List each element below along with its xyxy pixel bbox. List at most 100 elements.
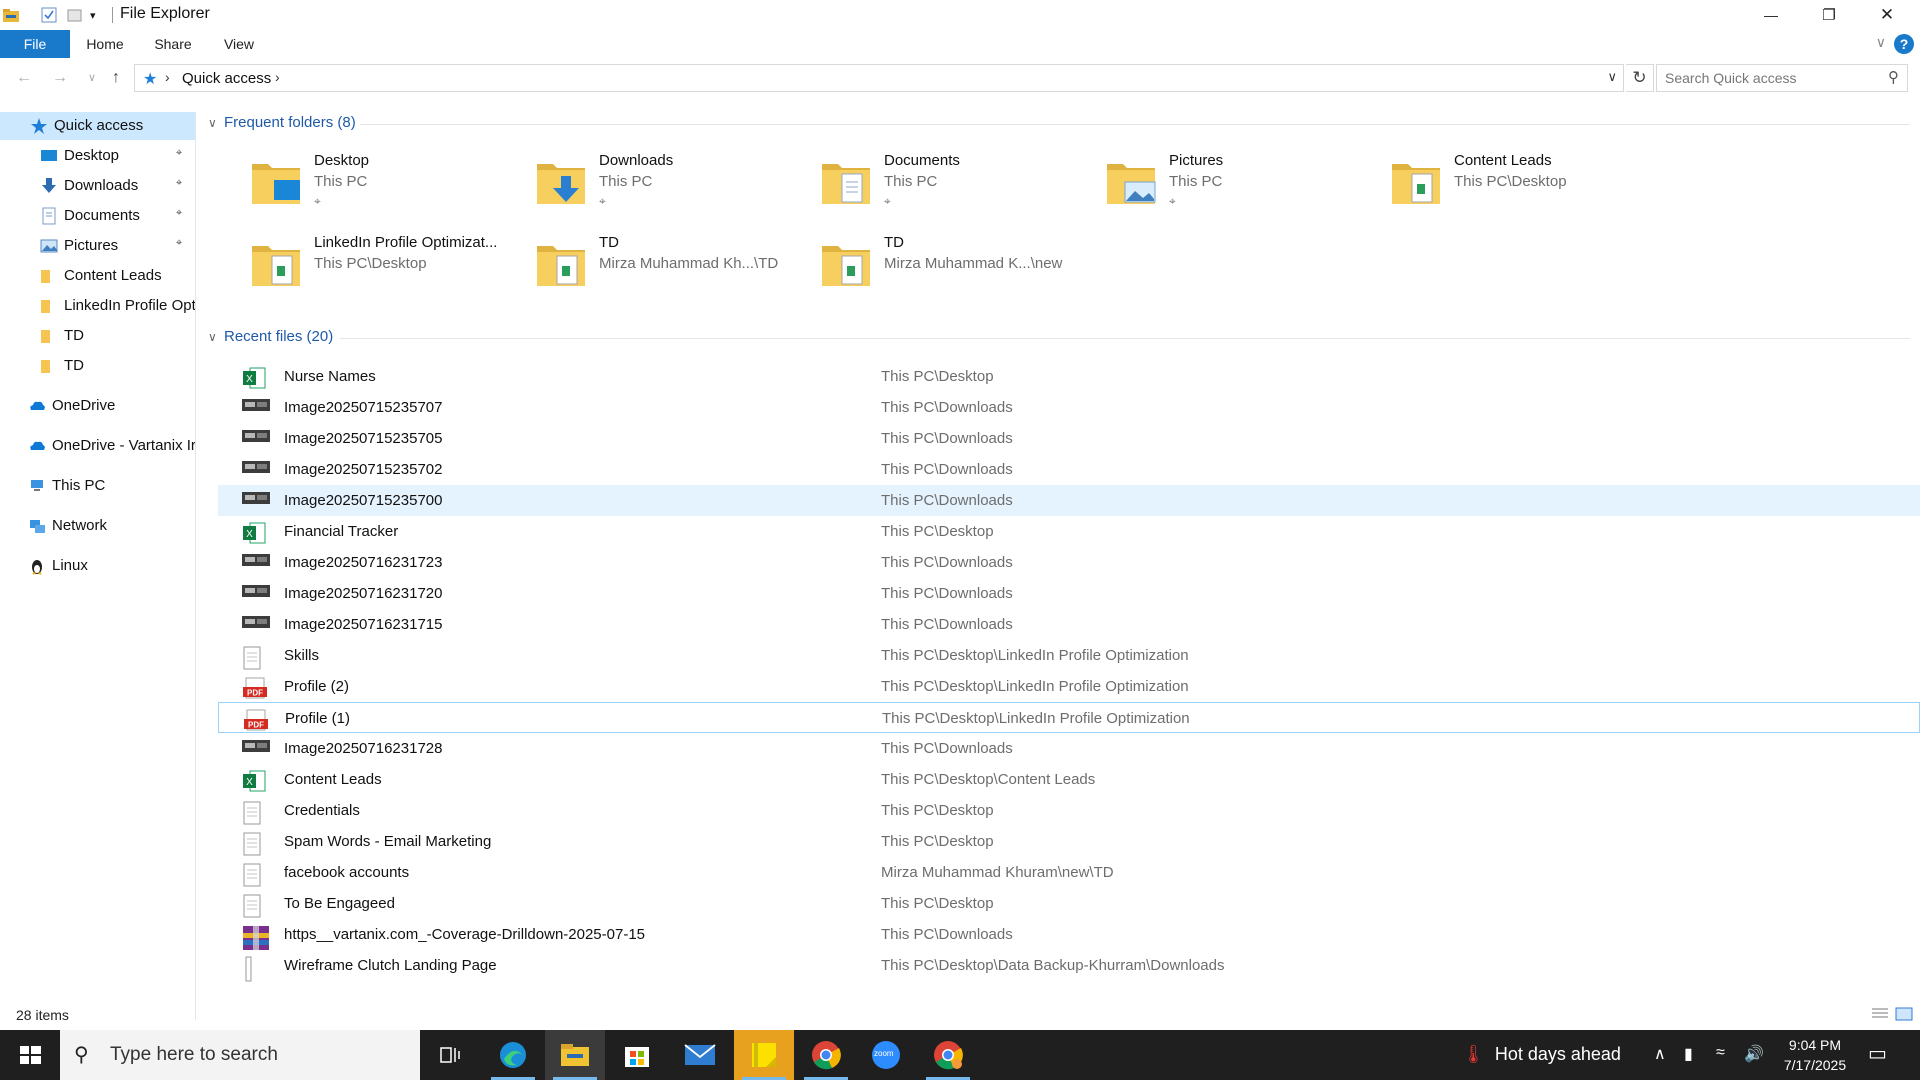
frequent-folder-tile[interactable]: Documents This PC ⌖	[820, 152, 1090, 220]
tab-home[interactable]: Home	[80, 30, 130, 58]
notifications-icon[interactable]: ▭	[1868, 1041, 1887, 1066]
sidebar-item-label: Content Leads	[64, 267, 162, 284]
recent-file-row[interactable]: X Content Leads This PC\Desktop\Content Le…	[218, 764, 1920, 795]
taskbar-app-chrome-profile[interactable]	[918, 1030, 978, 1080]
close-button[interactable]: ✕	[1858, 0, 1916, 30]
taskbar-app-zoom[interactable]: zoom	[856, 1030, 916, 1080]
sidebar-item-documents[interactable]: Documents ⌖	[0, 202, 195, 230]
tab-view[interactable]: View	[214, 30, 264, 58]
help-icon[interactable]: ?	[1894, 34, 1914, 54]
task-view-button[interactable]	[420, 1030, 480, 1080]
recent-file-row[interactable]: Credentials This PC\Desktop	[218, 795, 1920, 826]
refresh-button[interactable]: ↻	[1626, 64, 1654, 92]
taskbar-app-edge[interactable]	[483, 1030, 543, 1080]
address-dropdown-icon[interactable]: ∨	[1607, 69, 1617, 85]
recent-file-row[interactable]: To Be Engageed This PC\Desktop	[218, 888, 1920, 919]
recent-file-row[interactable]: Skills This PC\Desktop\LinkedIn Profile O…	[218, 640, 1920, 671]
frequent-folder-tile[interactable]: Pictures This PC ⌖	[1105, 152, 1375, 220]
frequent-folder-tile[interactable]: Content Leads This PC\Desktop	[1390, 152, 1660, 220]
frequent-folder-tile[interactable]: Desktop This PC ⌖	[250, 152, 520, 220]
frequent-folder-tile[interactable]: LinkedIn Profile Optimizat... This PC\Des…	[250, 234, 520, 302]
recent-file-row[interactable]: Image20250715235702 This PC\Downloads	[218, 454, 1920, 485]
recent-file-row[interactable]: X Nurse Names This PC\Desktop	[218, 361, 1920, 392]
sidebar-item-desktop[interactable]: Desktop ⌖	[0, 142, 195, 170]
file-location: Mirza Muhammad Khuram\new\TD	[881, 864, 1114, 881]
recent-file-row[interactable]: PDF Profile (2) This PC\Desktop\LinkedIn P…	[218, 671, 1920, 702]
sidebar-item-td[interactable]: TD	[0, 352, 195, 380]
frequent-folder-tile[interactable]: TD Mirza Muhammad Kh...\TD	[535, 234, 805, 302]
taskbar-app-sticky-notes[interactable]	[734, 1030, 794, 1080]
recent-file-row[interactable]: Image20250716231715 This PC\Downloads	[218, 609, 1920, 640]
sidebar-item-label: LinkedIn Profile Opt	[64, 297, 196, 314]
recent-file-row[interactable]: Image20250715235707 This PC\Downloads	[218, 392, 1920, 423]
weather-widget[interactable]: 🌡 Hot days ahead	[1462, 1044, 1621, 1065]
breadcrumb-chevron-icon[interactable]: ›	[165, 69, 170, 85]
expand-ribbon-icon[interactable]: ∨	[1876, 34, 1886, 51]
file-name: Image20250715235705	[284, 430, 443, 447]
wifi-icon[interactable]: ≈	[1716, 1044, 1725, 1062]
forward-arrow-icon[interactable]: →	[48, 66, 72, 90]
file-explorer-app-icon[interactable]	[2, 6, 20, 24]
system-clock[interactable]: 9:04 PM 7/17/2025	[1760, 1035, 1870, 1075]
frequent-folder-tile[interactable]: Downloads This PC ⌖	[535, 152, 805, 220]
sidebar-item-network[interactable]: Network	[0, 512, 195, 540]
pin-icon: ⌖	[176, 237, 183, 249]
item-count: 28 items	[16, 1007, 69, 1023]
minimize-button[interactable]: —	[1742, 0, 1800, 30]
taskbar-app-chrome[interactable]	[796, 1030, 856, 1080]
up-arrow-icon[interactable]: ↑	[104, 66, 128, 90]
taskbar-app-file-explorer[interactable]	[545, 1030, 605, 1080]
quick-access-star-icon: ★	[143, 71, 158, 88]
recent-locations-icon[interactable]: ∨	[80, 66, 104, 90]
sidebar-item-linux[interactable]: Linux	[0, 552, 195, 580]
file-location: This PC\Desktop	[881, 368, 994, 385]
search-placeholder: Search Quick access	[1665, 70, 1797, 86]
back-arrow-icon[interactable]: ←	[12, 66, 36, 90]
recent-file-row[interactable]: Image20250716231723 This PC\Downloads	[218, 547, 1920, 578]
recent-file-row[interactable]: X Financial Tracker This PC\Desktop	[218, 516, 1920, 547]
folder-icon	[1392, 164, 1440, 204]
recent-file-row[interactable]: https__vartanix.com_-Coverage-Drilldown-…	[218, 919, 1920, 950]
sidebar-item-quick-access[interactable]: Quick access	[0, 112, 195, 140]
recent-file-row[interactable]: Image20250716231728 This PC\Downloads	[218, 733, 1920, 764]
large-icons-view-icon[interactable]	[1894, 1006, 1914, 1022]
maximize-button[interactable]: ❐	[1800, 0, 1858, 30]
recent-file-row[interactable]: Image20250715235700 This PC\Downloads	[218, 485, 1920, 516]
breadcrumb-chevron-icon[interactable]: ›	[275, 69, 280, 85]
recent-file-row[interactable]: Image20250716231720 This PC\Downloads	[218, 578, 1920, 609]
recent-file-row[interactable]: PDF Profile (1) This PC\Desktop\LinkedIn P…	[218, 702, 1920, 733]
customize-toolbar-icon[interactable]: ▾	[90, 9, 108, 27]
sidebar-item-pictures[interactable]: Pictures ⌖	[0, 232, 195, 260]
chrome-icon	[812, 1041, 841, 1070]
task-view-icon	[440, 1047, 460, 1063]
details-view-icon[interactable]	[1870, 1006, 1890, 1022]
recent-files-header[interactable]: ∨ Recent files (20)	[208, 328, 333, 350]
address-bar[interactable]: ★ › Quick access › ∨	[134, 64, 1624, 92]
show-hidden-icons-icon[interactable]: ∧	[1654, 1044, 1666, 1064]
sidebar-item-onedrive-vartanix-ir[interactable]: OneDrive - Vartanix Ir	[0, 432, 195, 460]
sidebar-item-linkedin-profile-opt[interactable]: LinkedIn Profile Opt	[0, 292, 196, 320]
taskbar-app-mail[interactable]	[670, 1030, 730, 1080]
text-file-icon	[242, 863, 270, 887]
recent-file-row[interactable]: facebook accounts Mirza Muhammad Khuram\n…	[218, 857, 1920, 888]
battery-icon[interactable]: ▮	[1684, 1044, 1693, 1064]
search-input[interactable]: Search Quick access ⚲	[1656, 64, 1908, 92]
sidebar-item-td[interactable]: TD	[0, 322, 195, 350]
sidebar-item-this-pc[interactable]: This PC	[0, 472, 195, 500]
taskbar-app-store[interactable]	[607, 1030, 667, 1080]
recent-file-row[interactable]: Spam Words - Email Marketing This PC\Desk…	[218, 826, 1920, 857]
recent-file-row[interactable]: Image20250715235705 This PC\Downloads	[218, 423, 1920, 454]
start-button[interactable]	[0, 1030, 60, 1080]
new-folder-icon[interactable]	[66, 6, 84, 24]
breadcrumb-quick-access[interactable]: Quick access	[182, 70, 271, 87]
frequent-folder-tile[interactable]: TD Mirza Muhammad K...\new	[820, 234, 1090, 302]
sidebar-item-content-leads[interactable]: Content Leads	[0, 262, 195, 290]
frequent-folders-header[interactable]: ∨ Frequent folders (8)	[208, 114, 356, 136]
tab-file[interactable]: File	[0, 30, 70, 58]
recent-file-row[interactable]: Wireframe Clutch Landing Page This PC\Des…	[218, 950, 1920, 982]
sidebar-item-downloads[interactable]: Downloads ⌖	[0, 172, 195, 200]
taskbar-search-box[interactable]: ⚲ Type here to search	[60, 1030, 420, 1080]
properties-icon[interactable]	[40, 6, 58, 24]
sidebar-item-onedrive[interactable]: OneDrive	[0, 392, 195, 420]
tab-share[interactable]: Share	[148, 30, 198, 58]
